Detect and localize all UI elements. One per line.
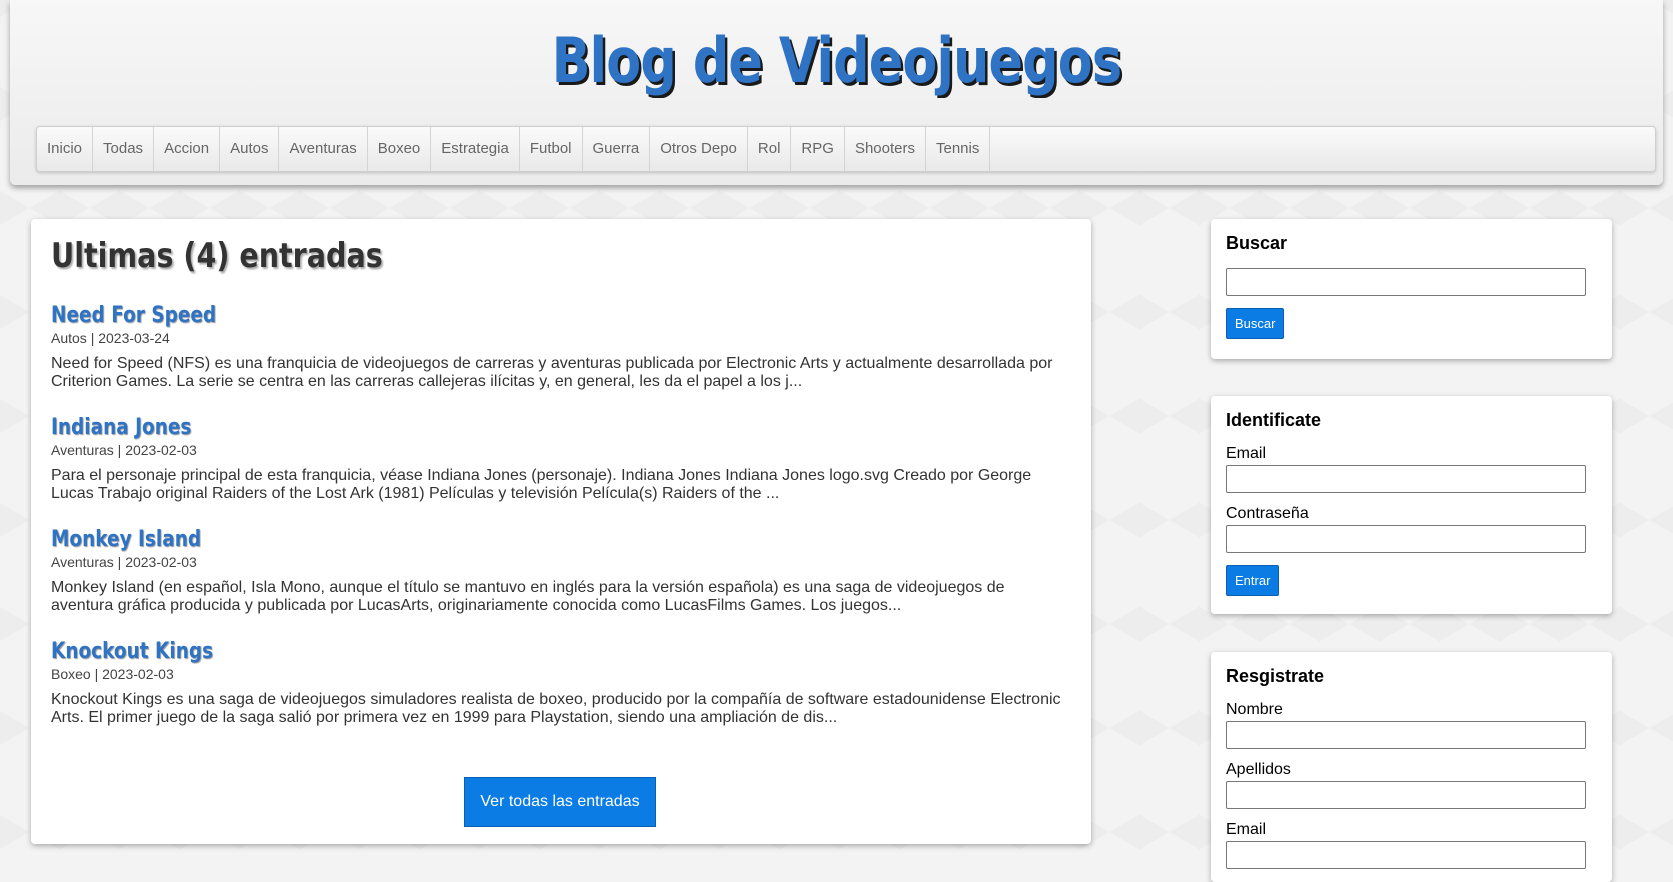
post-meta: Boxeo | 2023-02-03 — [51, 666, 174, 682]
latest-posts-panel: Ultimas (4) entradas Need For Speed Auto… — [31, 219, 1091, 844]
post-item: Need For Speed Autos | 2023-03-24 Need f… — [51, 303, 1061, 391]
search-title: Buscar — [1226, 233, 1288, 253]
nav-item-futbol[interactable]: Futbol — [520, 127, 583, 171]
register-name-field[interactable] — [1226, 721, 1586, 749]
post-item: Indiana Jones Aventuras | 2023-02-03 Par… — [51, 415, 1061, 503]
register-surname-field[interactable] — [1226, 781, 1586, 809]
post-excerpt: Knockout Kings es una saga de videojuego… — [51, 691, 1061, 726]
register-title: Resgistrate — [1226, 666, 1325, 686]
page-title: Ultimas (4) entradas — [51, 236, 383, 276]
nav-item-rol[interactable]: Rol — [748, 127, 792, 171]
nav-item-boxeo[interactable]: Boxeo — [368, 127, 432, 171]
login-title: Identificate — [1226, 410, 1322, 430]
nav-item-accion[interactable]: Accion — [154, 127, 221, 171]
post-meta: Autos | 2023-03-24 — [51, 330, 170, 346]
post-meta: Aventuras | 2023-02-03 — [51, 554, 197, 570]
surname-label: Apellidos — [1226, 761, 1291, 778]
nav-item-shooters[interactable]: Shooters — [845, 127, 926, 171]
search-panel: Buscar Buscar — [1211, 219, 1612, 359]
site-header: Blog de Videojuegos Inicio Todas Accion … — [10, 0, 1663, 185]
nav-item-rpg[interactable]: RPG — [791, 127, 845, 171]
site-title: Blog de Videojuegos — [551, 24, 1122, 97]
password-label: Contraseña — [1226, 505, 1309, 522]
post-title-link[interactable]: Knockout Kings — [51, 639, 213, 665]
post-title-link[interactable]: Indiana Jones — [51, 415, 191, 441]
nav-item-tennis[interactable]: Tennis — [926, 127, 991, 171]
login-button[interactable]: Entrar — [1226, 565, 1280, 596]
post-item: Knockout Kings Boxeo | 2023-02-03 Knocko… — [51, 639, 1061, 727]
register-panel: Resgistrate Nombre Apellidos Email — [1211, 652, 1612, 882]
search-button[interactable]: Buscar — [1226, 308, 1285, 339]
login-password-field[interactable] — [1226, 525, 1586, 553]
post-excerpt: Need for Speed (NFS) es una franquicia d… — [51, 355, 1053, 390]
post-excerpt: Para el personaje principal de esta fran… — [51, 467, 1032, 502]
email-label: Email — [1226, 445, 1267, 462]
login-panel: Identificate Email Contraseña Entrar — [1211, 396, 1612, 614]
name-label: Nombre — [1226, 701, 1283, 718]
post-title-link[interactable]: Need For Speed — [51, 303, 216, 329]
nav-item-guerra[interactable]: Guerra — [583, 127, 651, 171]
nav-item-inicio[interactable]: Inicio — [37, 127, 94, 171]
post-meta: Aventuras | 2023-02-03 — [51, 442, 197, 458]
post-excerpt: Monkey Island (en español, Isla Mono, au… — [51, 579, 1005, 614]
nav-item-autos[interactable]: Autos — [220, 127, 280, 171]
search-input[interactable] — [1226, 268, 1586, 296]
main-nav: Inicio Todas Accion Autos Aventuras Boxe… — [36, 126, 1656, 172]
nav-item-aventuras[interactable]: Aventuras — [279, 127, 368, 171]
nav-item-todas[interactable]: Todas — [93, 127, 155, 171]
post-item: Monkey Island Aventuras | 2023-02-03 Mon… — [51, 527, 1061, 615]
register-email-label: Email — [1226, 821, 1267, 838]
login-email-field[interactable] — [1226, 465, 1586, 493]
post-title-link[interactable]: Monkey Island — [51, 527, 201, 553]
register-email-field[interactable] — [1226, 841, 1586, 869]
nav-item-otros-depo[interactable]: Otros Depo — [650, 127, 748, 171]
nav-item-estrategia[interactable]: Estrategia — [431, 127, 520, 171]
view-all-posts-button[interactable]: Ver todas las entradas — [464, 777, 656, 827]
